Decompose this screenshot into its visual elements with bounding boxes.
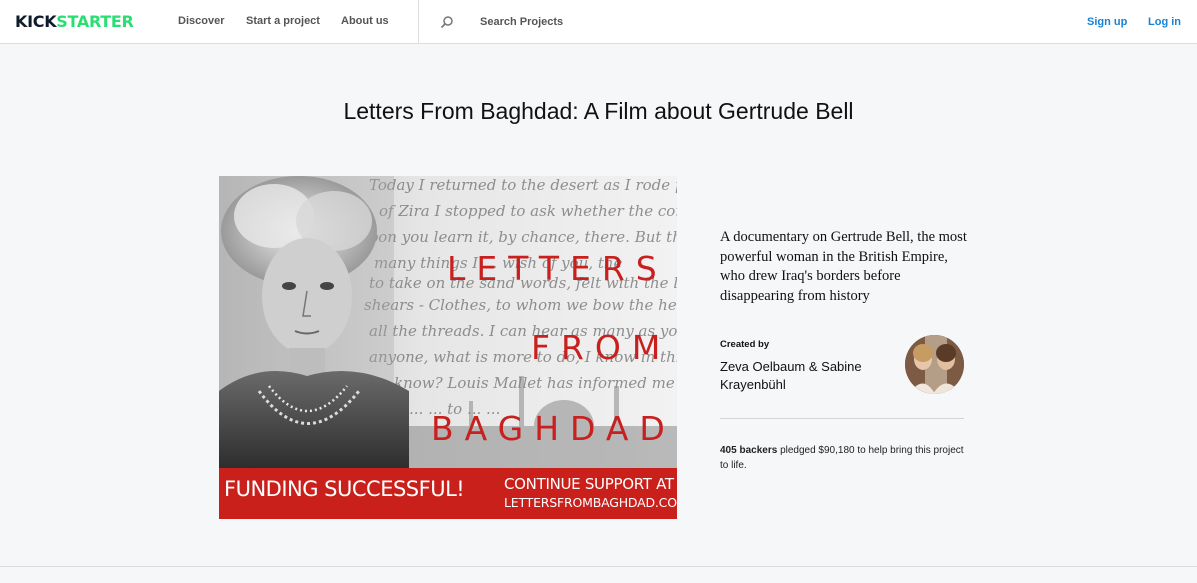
backers-count: 405 backers: [720, 445, 778, 456]
nav-about-us-link[interactable]: About us: [341, 15, 389, 27]
banner-website: LETTERSFROMBAGHDAD.COM: [504, 495, 677, 510]
handwriting-line: know? Louis Mallet has informed me the: [394, 374, 677, 392]
handwriting-line: upon you learn it, by chance, there. But…: [359, 228, 677, 246]
logo-part1: KICK: [15, 12, 57, 31]
banner-continue-support: CONTINUE SUPPORT AT: [504, 475, 674, 493]
search-input[interactable]: [473, 11, 673, 33]
creator-avatar[interactable]: [905, 335, 964, 394]
top-nav: KICKSTARTER Discover Start a project Abo…: [0, 0, 1197, 44]
project-hero-image[interactable]: Today I returned to the desert as I rode…: [219, 176, 677, 519]
handwriting-line: of Zira I stopped to ask whether the com…: [379, 202, 677, 220]
search-icon[interactable]: [440, 15, 454, 29]
nav-start-project-link[interactable]: Start a project: [246, 15, 320, 27]
sidebar-divider: [720, 418, 964, 419]
nav-divider: [418, 0, 419, 44]
logo-part2: STARTER: [56, 12, 134, 31]
footer-divider: [0, 566, 1197, 567]
handwriting-line: shears - Clothes, to whom we bow the hea…: [364, 296, 677, 314]
creator-name-link[interactable]: Zeva Oelbaum & Sabine Krayenbühl: [720, 358, 900, 394]
project-blurb: A documentary on Gertrude Bell, the most…: [720, 229, 967, 304]
hero-word-from: FROM: [531, 328, 672, 367]
hero-word-letters: LETTERS: [447, 249, 668, 288]
portrait: [219, 176, 409, 468]
banner-funding-successful: FUNDING SUCCESSFUL!: [224, 477, 465, 501]
created-by-label: Created by: [720, 339, 770, 350]
avatar-image: [905, 335, 964, 394]
funding-summary: 405 backers pledged $90,180 to help brin…: [720, 443, 970, 473]
hero-word-baghdad: BAGHDAD: [431, 409, 676, 448]
sign-up-link[interactable]: Sign up: [1087, 16, 1127, 28]
handwriting-texture: Today I returned to the desert as I rode…: [359, 176, 677, 418]
kickstarter-logo[interactable]: KICKSTARTER: [15, 12, 134, 31]
handwriting-line: Today I returned to the desert as I rode…: [369, 176, 677, 194]
project-title: Letters From Baghdad: A Film about Gertr…: [343, 98, 854, 124]
nav-discover-link[interactable]: Discover: [178, 15, 224, 27]
log-in-link[interactable]: Log in: [1148, 16, 1181, 28]
funding-banner: FUNDING SUCCESSFUL! CONTINUE SUPPORT AT …: [219, 468, 677, 519]
